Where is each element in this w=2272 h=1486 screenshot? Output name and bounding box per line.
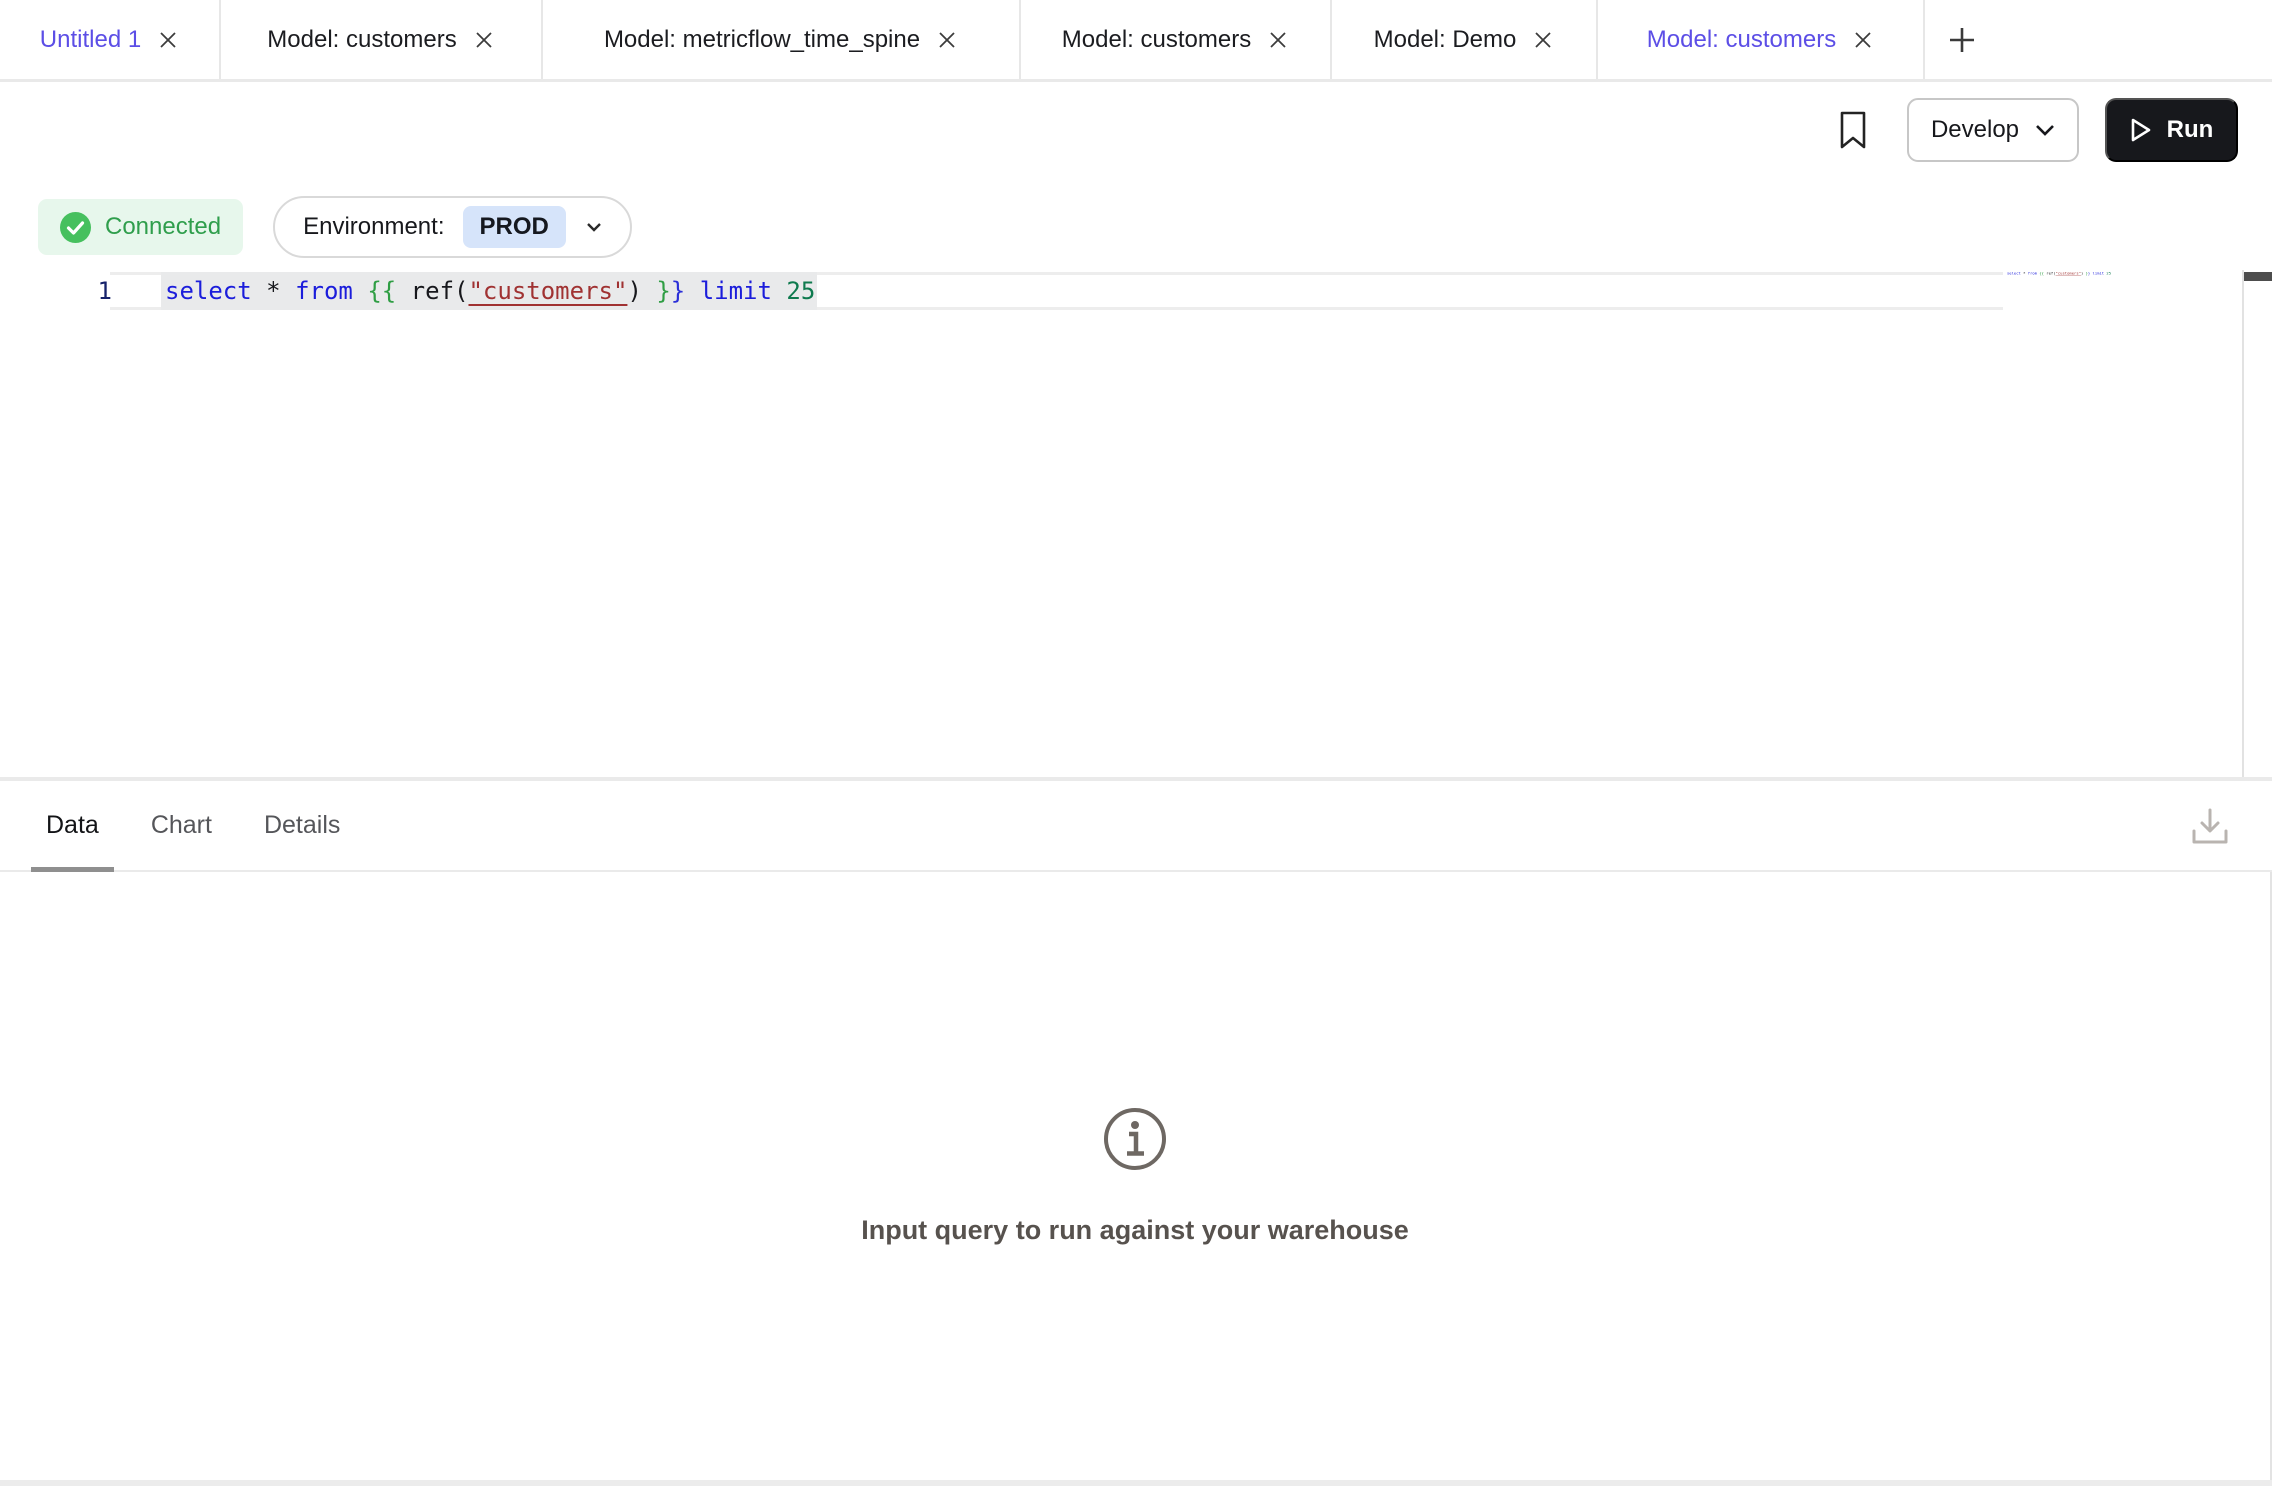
tab-label: Model: Demo — [1374, 26, 1517, 54]
info-icon — [1103, 1107, 1167, 1171]
tab-model-customers-3[interactable]: Model: customers — [1598, 0, 1925, 79]
tab-model-customers-2[interactable]: Model: customers — [1021, 0, 1332, 79]
connection-status-row: Connected Environment: PROD — [38, 196, 2272, 258]
run-play-icon — [2130, 117, 2152, 143]
tab-details[interactable]: Details — [249, 781, 355, 870]
develop-mode-button[interactable]: Develop — [1907, 98, 2079, 162]
bookmark-button[interactable] — [1831, 103, 1875, 157]
sql-editor[interactable]: 1 select * from {{ ref("customers") }} l… — [0, 258, 2272, 777]
close-icon[interactable] — [936, 29, 958, 51]
tab-model-metricflow-time-spine[interactable]: Model: metricflow_time_spine — [543, 0, 1021, 79]
editor-scrollbar[interactable] — [2242, 270, 2272, 777]
environment-label: Environment: — [303, 213, 444, 241]
tab-label: Model: metricflow_time_spine — [604, 26, 920, 54]
tab-data[interactable]: Data — [31, 781, 114, 870]
tab-label: Model: customers — [1062, 26, 1251, 54]
scrollbar-thumb[interactable] — [2244, 272, 2272, 281]
window-bottom-border — [0, 1480, 2272, 1486]
bookmark-icon — [1838, 110, 1868, 150]
connected-check-icon — [60, 212, 91, 243]
tab-chart-label: Chart — [151, 811, 212, 840]
run-label: Run — [2167, 116, 2214, 144]
tab-label: Model: customers — [267, 26, 456, 54]
run-button[interactable]: Run — [2105, 98, 2238, 162]
close-icon[interactable] — [157, 29, 179, 51]
ide-window: Untitled 1 Model: customers Model: metri… — [0, 0, 2272, 1486]
editor-tab-bar: Untitled 1 Model: customers Model: metri… — [0, 0, 2272, 82]
close-icon[interactable] — [1267, 29, 1289, 51]
close-icon[interactable] — [1532, 29, 1554, 51]
develop-label: Develop — [1931, 116, 2019, 144]
tab-details-label: Details — [264, 811, 340, 840]
code-line-text[interactable]: select * from {{ ref("customers") }} lim… — [165, 272, 815, 310]
editor-minimap[interactable]: select * from {{ ref("customers") }} lim… — [2007, 271, 2111, 275]
editor-toolbar: Develop Run — [0, 82, 2272, 178]
new-tab-plus-icon — [1947, 25, 1977, 55]
download-results-button[interactable] — [2188, 804, 2232, 848]
results-tab-bar: Data Chart Details — [0, 781, 2272, 872]
connected-status-badge: Connected — [38, 199, 243, 255]
minimap-code: select * from {{ ref("customers") }} lim… — [2007, 271, 2111, 275]
tab-untitled-1[interactable]: Untitled 1 — [0, 0, 221, 79]
chevron-down-icon — [2035, 124, 2055, 136]
tab-model-customers-1[interactable]: Model: customers — [221, 0, 543, 79]
tab-data-label: Data — [46, 811, 99, 840]
download-icon — [2188, 804, 2232, 848]
environment-selector[interactable]: Environment: PROD — [273, 196, 632, 258]
line-number: 1 — [50, 272, 112, 310]
tab-model-demo[interactable]: Model: Demo — [1332, 0, 1598, 79]
empty-state-message: Input query to run against your warehous… — [861, 1215, 1409, 1246]
close-icon[interactable] — [1852, 29, 1874, 51]
tab-chart[interactable]: Chart — [136, 781, 227, 870]
chevron-down-icon — [586, 222, 602, 232]
tab-label: Untitled 1 — [40, 26, 141, 54]
connected-label: Connected — [105, 213, 221, 241]
results-empty-state: Input query to run against your warehous… — [0, 872, 2272, 1481]
tab-label: Model: customers — [1647, 26, 1836, 54]
environment-value-chip: PROD — [463, 206, 566, 248]
close-icon[interactable] — [473, 29, 495, 51]
new-tab-button[interactable] — [1925, 0, 1999, 79]
